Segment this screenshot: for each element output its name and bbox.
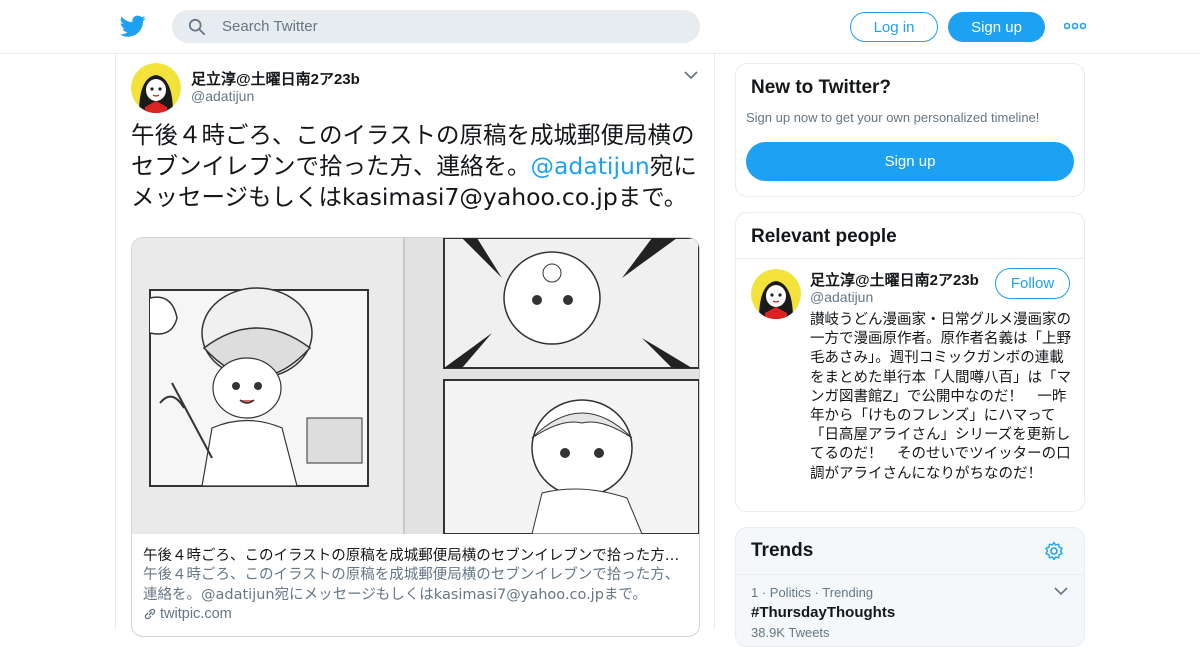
trend-name[interactable]: #ThursdayThoughts	[751, 604, 895, 621]
divider	[736, 574, 1084, 575]
chevron-down-icon[interactable]	[1054, 586, 1068, 596]
relevant-people-module: Relevant people 足立淳@土曜日南2ア23b @adatijun …	[735, 212, 1085, 512]
login-button[interactable]: Log in	[850, 12, 938, 42]
avatar[interactable]	[131, 63, 181, 113]
new-to-twitter-title: New to Twitter?	[751, 77, 892, 98]
follow-button[interactable]: Follow	[995, 268, 1070, 299]
link-icon	[144, 608, 156, 620]
card-domain[interactable]: twitpic.com	[143, 606, 232, 622]
chevron-down-icon[interactable]	[683, 69, 699, 81]
tweet-mention-link[interactable]: @adatijun	[531, 152, 650, 180]
person-name[interactable]: 足立淳@土曜日南2ア23b	[810, 269, 979, 290]
new-to-twitter-subtitle: Sign up now to get your own personalized…	[746, 110, 1040, 125]
card-domain-text[interactable]: twitpic.com	[160, 606, 232, 622]
search-icon	[188, 18, 206, 36]
search-input[interactable]	[222, 10, 682, 43]
search-box[interactable]	[172, 10, 700, 43]
link-card[interactable]: 午後４時ごろ、このイラストの原稿を成城郵便局横のセブンイレブンで拾った方、連絡を…	[131, 237, 700, 637]
tweet-column: 足立淳@土曜日南2ア23b @adatijun 午後４時ごろ、このイラストの原稿…	[115, 54, 715, 637]
card-description: 午後４時ごろ、このイラストの原稿を成城郵便局横のセブンイレブンで拾った方、連絡を…	[143, 567, 680, 603]
avatar-illustration-icon	[751, 269, 801, 319]
tweet-author-name[interactable]: 足立淳@土曜日南2ア23b	[191, 68, 360, 89]
person-handle[interactable]: @adatijun	[810, 289, 873, 305]
manga-page-image[interactable]	[132, 238, 699, 534]
top-nav-bar: Log in Sign up	[0, 0, 1200, 54]
avatar-illustration-icon	[131, 63, 181, 113]
trend-meta: 1 · Politics · Trending	[751, 585, 874, 600]
avatar[interactable]	[751, 269, 801, 319]
divider	[736, 258, 1084, 259]
trends-module: Trends 1 · Politics · Trending #Thursday…	[735, 527, 1085, 647]
person-bio: 讃岐うどん漫画家・日常グルメ漫画家の一方で漫画原作者。原作者名義は「上野毛あさみ…	[810, 312, 1071, 482]
gear-icon[interactable]	[1044, 541, 1064, 561]
sidebar-signup-button[interactable]: Sign up	[746, 142, 1074, 181]
more-dots-icon[interactable]	[1064, 18, 1086, 34]
trends-title: Trends	[751, 540, 814, 561]
tweet-author-handle[interactable]: @adatijun	[191, 88, 254, 104]
signup-button[interactable]: Sign up	[948, 12, 1045, 42]
trend-count: 38.9K Tweets	[751, 625, 830, 640]
relevant-people-title: Relevant people	[751, 226, 897, 247]
card-title[interactable]: 午後４時ごろ、このイラストの原稿を成城郵便局横のセブンイレブンで拾った方、連絡を…	[143, 544, 688, 565]
tweet-text: 午後４時ごろ、このイラストの原稿を成城郵便局横のセブンイレブンで拾った方、連絡を…	[131, 120, 701, 213]
twitter-bird-icon[interactable]	[119, 13, 147, 39]
new-to-twitter-module: New to Twitter? Sign up now to get your …	[735, 63, 1085, 197]
